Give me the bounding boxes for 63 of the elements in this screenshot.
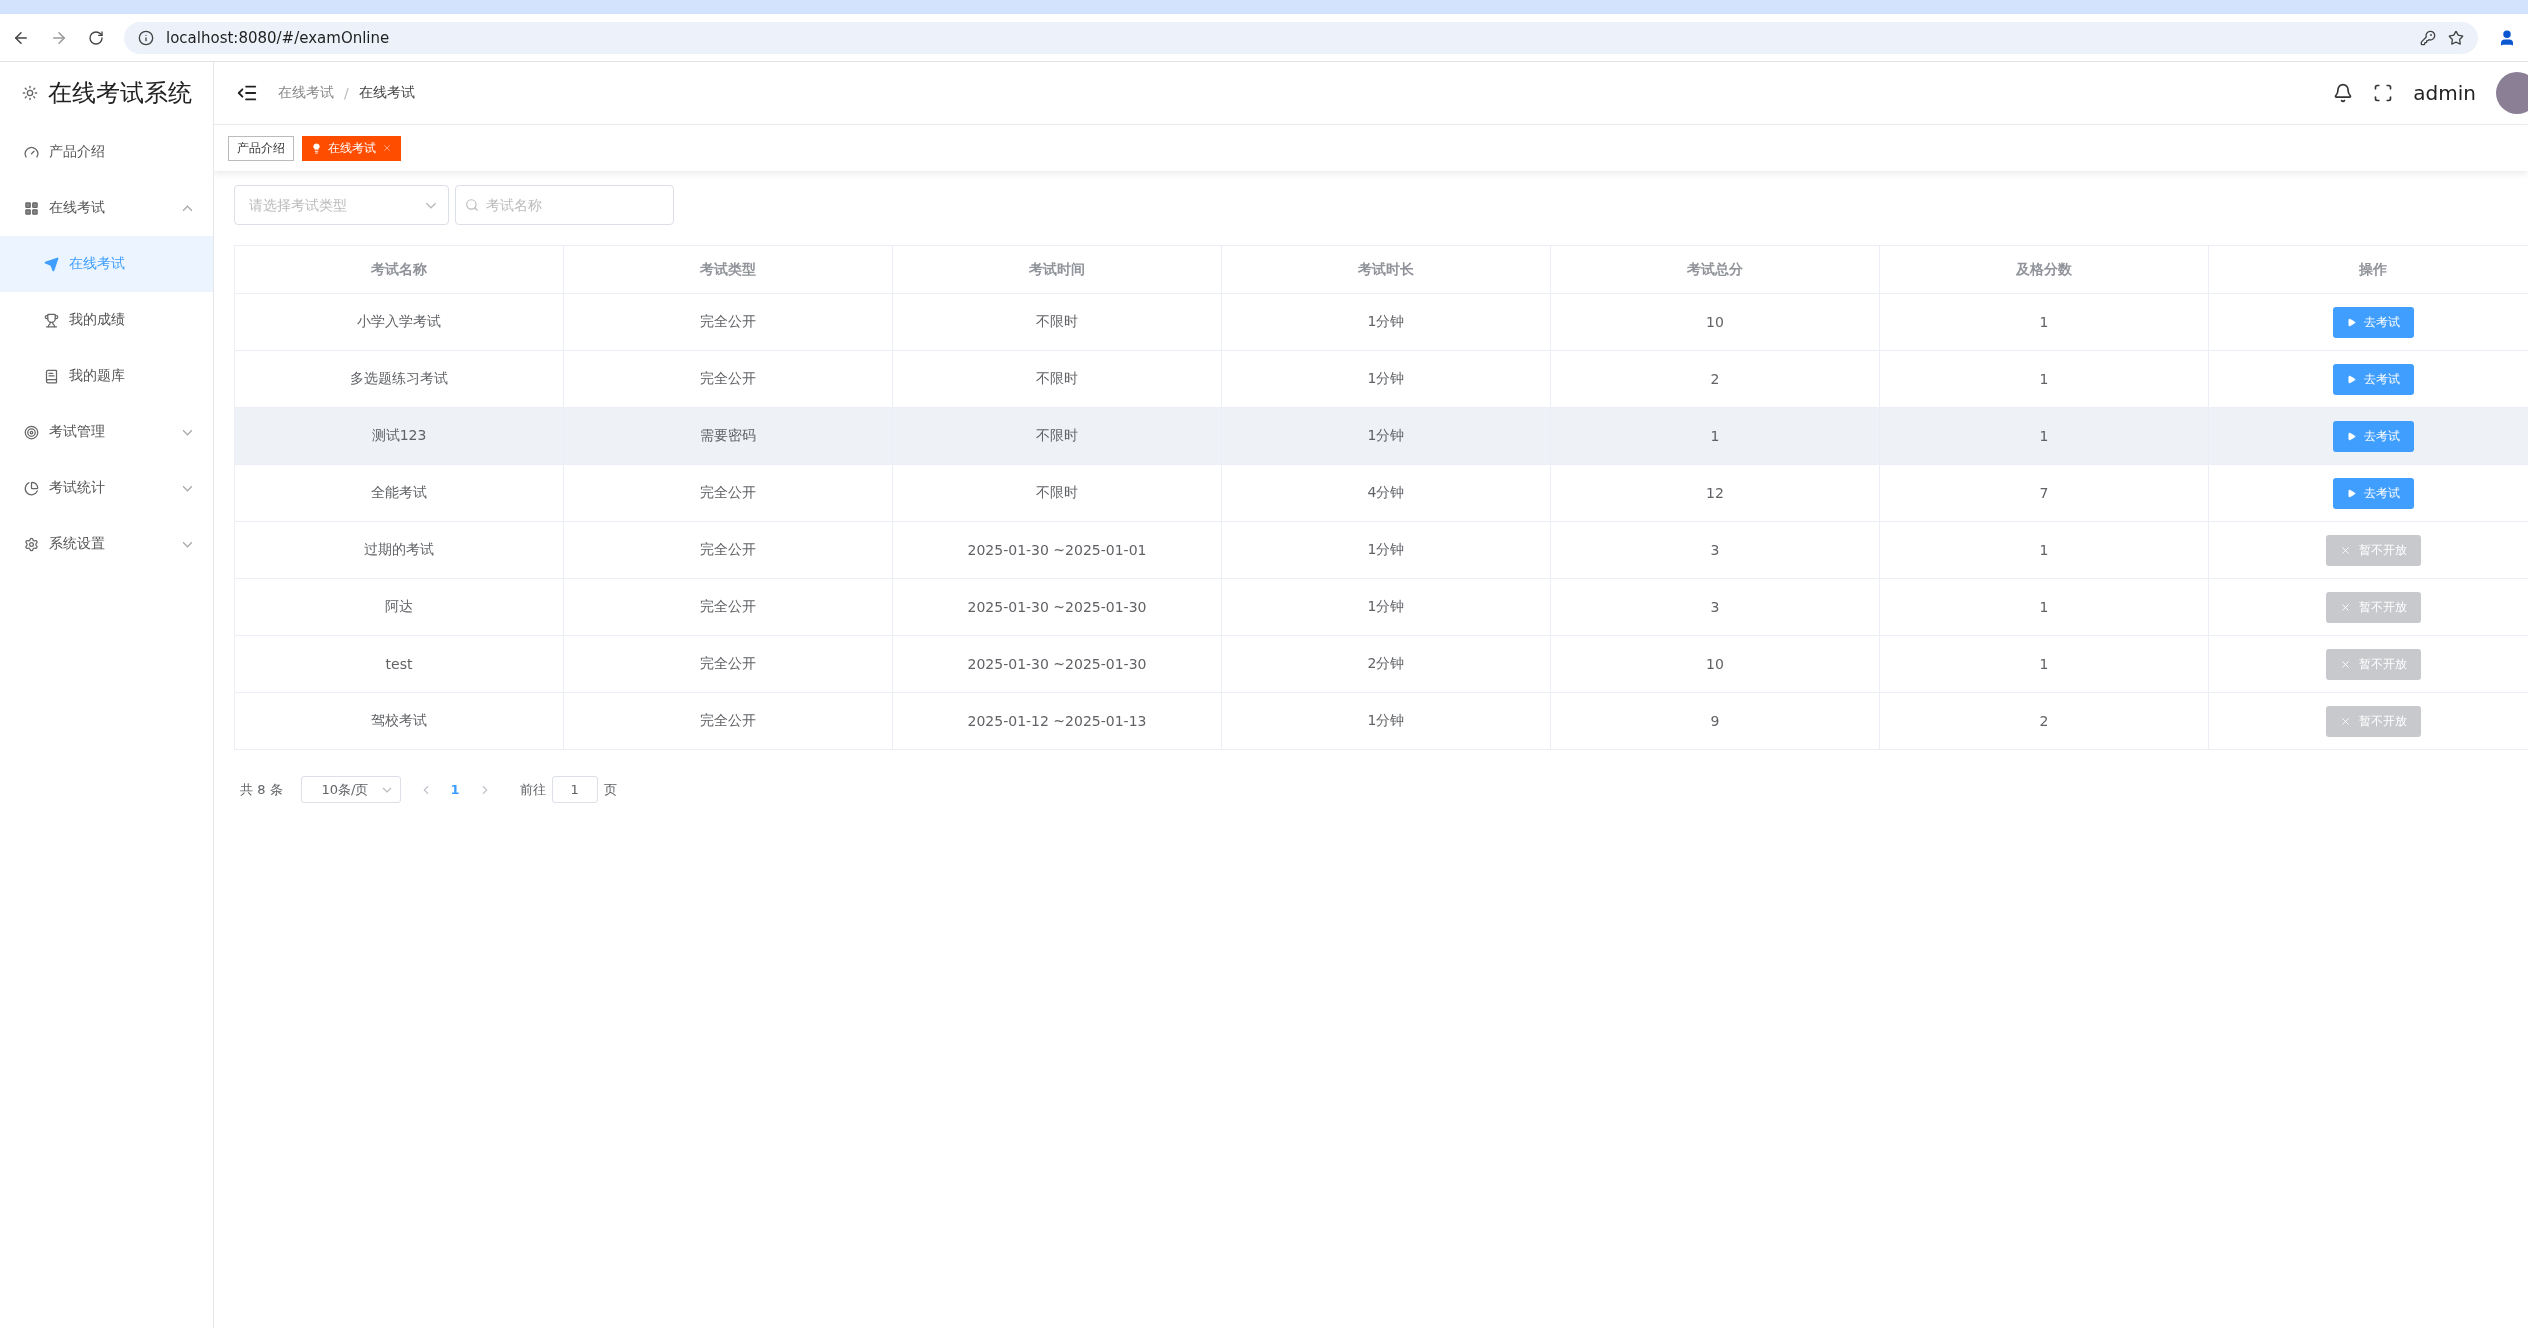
play-icon [2347, 431, 2356, 441]
bell-icon[interactable] [2333, 83, 2354, 103]
tag-label: 在线考试 [328, 139, 376, 157]
page-suffix: 页 [603, 780, 617, 799]
avatar[interactable] [2496, 72, 2528, 114]
chevron-down-icon [381, 786, 392, 793]
bulb-icon [311, 142, 322, 154]
table-cell: 2025-01-12 ~2025-01-13 [893, 693, 1222, 750]
paper-plane-icon [44, 256, 59, 272]
gauge-icon [24, 144, 39, 160]
chevron-down-icon [425, 201, 437, 209]
app-title: 在线考试系统 [48, 78, 192, 109]
tag-label: 产品介绍 [237, 139, 285, 157]
table-cell: 2 [1880, 693, 2209, 750]
pie-chart-icon [24, 480, 39, 496]
chevron-down-icon [182, 484, 193, 492]
total-count: 共 8 条 [240, 780, 283, 799]
table-cell: 9 [1551, 693, 1880, 750]
sun-icon [22, 85, 38, 101]
exam-type-select[interactable]: 请选择考试类型 [234, 185, 449, 225]
search-field[interactable]: 考试名称 [455, 185, 674, 225]
sidebar-item[interactable]: 系统设置 [0, 516, 213, 572]
play-icon [2347, 317, 2356, 327]
close-icon [2340, 658, 2351, 670]
breadcrumb-item: 在线考试 [358, 84, 415, 102]
address-bar[interactable]: localhost:8080/#/examOnline [124, 21, 2478, 54]
target-icon [24, 424, 39, 440]
table-cell: 1分钟 [1222, 693, 1551, 750]
goto-label: 前往 [519, 780, 546, 799]
sidebar-item[interactable]: 考试统计 [0, 460, 213, 516]
info-icon [138, 29, 154, 46]
sidebar-item[interactable]: 在线考试 [0, 180, 213, 236]
tab-tag[interactable]: 在线考试 [302, 135, 401, 161]
table-cell: 驾校考试 [235, 693, 564, 750]
trophy-icon [44, 312, 59, 328]
sidebar-item[interactable]: 我的成绩 [0, 292, 213, 348]
breadcrumb-item[interactable]: 在线考试 [278, 84, 334, 102]
page-input[interactable]: 1 [551, 776, 598, 803]
sidebar-item[interactable]: 考试管理 [0, 404, 213, 460]
user-name[interactable]: admin [2413, 81, 2476, 105]
profile-icon[interactable] [2498, 28, 2516, 47]
key-icon[interactable] [2420, 29, 2436, 46]
breadcrumb-separator: / [344, 85, 349, 101]
page-size-select[interactable]: 10条/页 [300, 776, 401, 803]
close-icon [2340, 544, 2351, 556]
grid-icon [24, 200, 39, 216]
sidebar-item[interactable]: 我的题库 [0, 348, 213, 404]
chevron-up-icon [182, 204, 193, 212]
play-icon [2347, 374, 2356, 384]
chevron-down-icon [182, 540, 193, 548]
sidebar-item[interactable]: 产品介绍 [0, 124, 213, 180]
book-icon [44, 368, 59, 384]
table-cell: 完全公开 [564, 693, 893, 750]
close-icon [2340, 715, 2351, 727]
settings-icon [24, 536, 39, 552]
fullscreen-icon[interactable] [2373, 83, 2394, 103]
play-icon [2347, 488, 2356, 498]
close-icon [2340, 601, 2351, 613]
search-icon [465, 198, 479, 212]
reload-icon[interactable] [88, 29, 104, 46]
star-icon[interactable] [2448, 29, 2464, 46]
chevron-down-icon [182, 428, 193, 436]
tab-tag[interactable]: 产品介绍 [228, 135, 294, 161]
